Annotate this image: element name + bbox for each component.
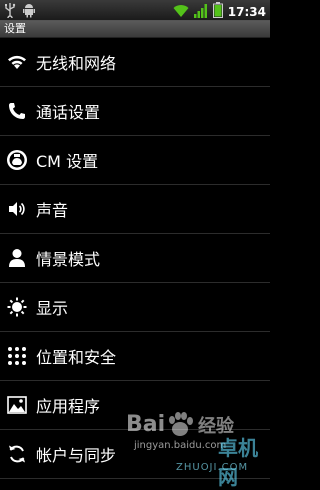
page-title: 设置 (4, 22, 26, 35)
settings-list: 无线和网络 通话设置 CM 设置 声音 情景模式 显示 位置和安全 应用程序 帐… (0, 38, 270, 479)
phone-icon (5, 99, 29, 123)
sync-icon (5, 442, 29, 466)
wifi-icon (173, 3, 189, 22)
settings-item-label: 情景模式 (36, 250, 101, 269)
clock: 17:34 (227, 5, 266, 19)
settings-item-label: 应用程序 (36, 397, 101, 416)
title-bar: 设置 (0, 21, 270, 38)
settings-item-label: 显示 (36, 299, 69, 318)
settings-item-accounts[interactable]: 帐户与同步 (0, 430, 270, 479)
settings-item-display[interactable]: 显示 (0, 283, 270, 332)
brightness-icon (5, 295, 29, 319)
status-bar: 17:34 (0, 0, 270, 21)
settings-item-wireless[interactable]: 无线和网络 (0, 38, 270, 87)
settings-item-applications[interactable]: 应用程序 (0, 381, 270, 430)
settings-item-label: 通话设置 (36, 103, 101, 122)
settings-item-profiles[interactable]: 情景模式 (0, 234, 270, 283)
person-icon (5, 246, 29, 270)
battery-icon (212, 2, 223, 22)
settings-item-security[interactable]: 位置和安全 (0, 332, 270, 381)
settings-item-call[interactable]: 通话设置 (0, 87, 270, 136)
settings-item-cm[interactable]: CM 设置 (0, 136, 270, 185)
wifi-icon (5, 50, 29, 74)
lock-pattern-icon (5, 344, 29, 368)
settings-item-label: 无线和网络 (36, 54, 117, 73)
settings-item-label: 帐户与同步 (36, 446, 117, 465)
settings-item-sound[interactable]: 声音 (0, 185, 270, 234)
speaker-icon (5, 197, 29, 221)
signal-icon (193, 3, 208, 22)
settings-item-label: 声音 (36, 201, 69, 220)
cyanogenmod-icon (5, 148, 29, 172)
applications-icon (5, 393, 29, 417)
android-debug-icon (22, 2, 36, 22)
usb-icon (4, 2, 16, 22)
settings-item-label: CM 设置 (36, 152, 99, 171)
settings-item-label: 位置和安全 (36, 348, 117, 367)
